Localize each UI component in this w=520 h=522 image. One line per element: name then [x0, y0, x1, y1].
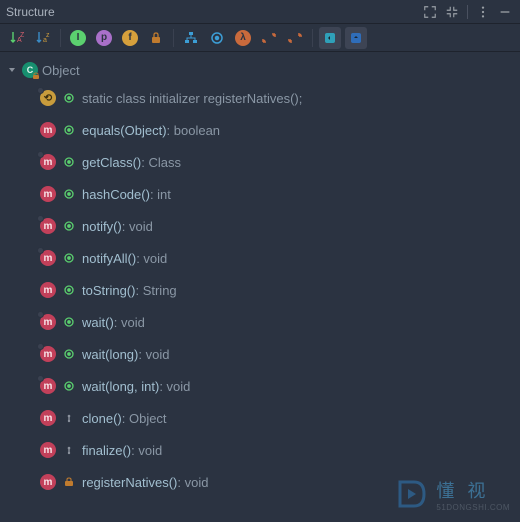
sort-alpha-button[interactable]: AZ [6, 27, 28, 49]
member-row[interactable]: m getClass(): Class [0, 146, 520, 178]
visibility-public-icon [62, 251, 76, 265]
member-label: static class initializer registerNatives… [82, 91, 302, 106]
visibility-public-icon [62, 187, 76, 201]
autoscroll-from-button[interactable] [345, 27, 367, 49]
visibility-protected-icon [62, 443, 76, 457]
visibility-public-icon [62, 155, 76, 169]
member-row[interactable]: ⟲ static class initializer registerNative… [0, 82, 520, 114]
member-label: notifyAll(): void [82, 251, 167, 266]
method-icon: m [40, 474, 56, 490]
method-icon: m [40, 442, 56, 458]
member-label: wait(long, int): void [82, 379, 190, 394]
member-row[interactable]: m wait(long, int): void [0, 370, 520, 402]
collapse-all-button[interactable] [284, 27, 306, 49]
method-icon: m [40, 282, 56, 298]
divider [467, 5, 468, 19]
visibility-protected-icon [62, 411, 76, 425]
method-icon: m [40, 186, 56, 202]
member-row[interactable]: m wait(long): void [0, 338, 520, 370]
method-icon: m [40, 122, 56, 138]
watermark-sub: 51DONGSHI.COM [436, 503, 510, 512]
title-bar: Structure [0, 0, 520, 24]
watermark-text: 懂 视 [436, 477, 510, 503]
member-row[interactable]: m finalize(): void [0, 434, 520, 466]
svg-text:Z: Z [20, 32, 25, 39]
method-icon: m [40, 154, 56, 170]
collapse-icon[interactable] [443, 3, 461, 21]
show-properties-button[interactable]: p [93, 27, 115, 49]
member-row[interactable]: m hashCode(): int [0, 178, 520, 210]
member-label: hashCode(): int [82, 187, 171, 202]
member-row[interactable]: m notify(): void [0, 210, 520, 242]
visibility-public-icon [62, 379, 76, 393]
member-label: finalize(): void [82, 443, 162, 458]
more-icon[interactable] [474, 3, 492, 21]
member-row[interactable]: m wait(): void [0, 306, 520, 338]
method-icon: m [40, 250, 56, 266]
visibility-public-icon [62, 283, 76, 297]
member-label: notify(): void [82, 219, 153, 234]
toolbar-divider [173, 29, 174, 47]
method-icon: m [40, 378, 56, 394]
hide-icon[interactable] [496, 3, 514, 21]
member-row[interactable]: m notifyAll(): void [0, 242, 520, 274]
show-inherited-button[interactable] [180, 27, 202, 49]
member-label: registerNatives(): void [82, 475, 208, 490]
watermark-logo-icon [394, 476, 430, 512]
visibility-public-icon [62, 347, 76, 361]
class-node[interactable]: C Object [0, 58, 520, 82]
title-actions [421, 3, 514, 21]
member-row[interactable]: m equals(Object): boolean [0, 114, 520, 146]
expand-all-button[interactable] [258, 27, 280, 49]
member-label: wait(long): void [82, 347, 169, 362]
member-row[interactable]: m toString(): String [0, 274, 520, 306]
sort-visibility-button[interactable]: az [32, 27, 54, 49]
show-interfaces-button[interactable]: I [67, 27, 89, 49]
visibility-private-icon [62, 475, 76, 489]
member-row[interactable]: m clone(): Object [0, 402, 520, 434]
member-label: clone(): Object [82, 411, 167, 426]
class-label: Object [42, 63, 80, 78]
toolbar-divider [60, 29, 61, 47]
show-locked-button[interactable] [145, 27, 167, 49]
svg-text:z: z [46, 32, 50, 39]
toolbar-divider [312, 29, 313, 47]
visibility-public-icon [62, 219, 76, 233]
watermark: 懂 视 51DONGSHI.COM [394, 476, 510, 512]
visibility-public-icon [62, 315, 76, 329]
panel-title: Structure [6, 5, 55, 19]
member-label: wait(): void [82, 315, 145, 330]
show-anonymous-button[interactable] [206, 27, 228, 49]
member-label: getClass(): Class [82, 155, 181, 170]
autoscroll-source-button[interactable] [319, 27, 341, 49]
show-lambda-button[interactable]: λ [232, 27, 254, 49]
method-icon: m [40, 346, 56, 362]
expand-icon[interactable] [421, 3, 439, 21]
method-icon: m [40, 314, 56, 330]
visibility-public-icon [62, 91, 76, 105]
class-icon: C [22, 62, 38, 78]
initializer-icon: ⟲ [40, 90, 56, 106]
member-label: equals(Object): boolean [82, 123, 220, 138]
visibility-public-icon [62, 123, 76, 137]
chevron-down-icon[interactable] [6, 64, 18, 76]
structure-tree[interactable]: C Object ⟲ static class initializer regis… [0, 52, 520, 510]
method-icon: m [40, 410, 56, 426]
member-label: toString(): String [82, 283, 177, 298]
method-icon: m [40, 218, 56, 234]
structure-toolbar: AZ az I p f λ [0, 24, 520, 52]
show-fields-button[interactable]: f [119, 27, 141, 49]
